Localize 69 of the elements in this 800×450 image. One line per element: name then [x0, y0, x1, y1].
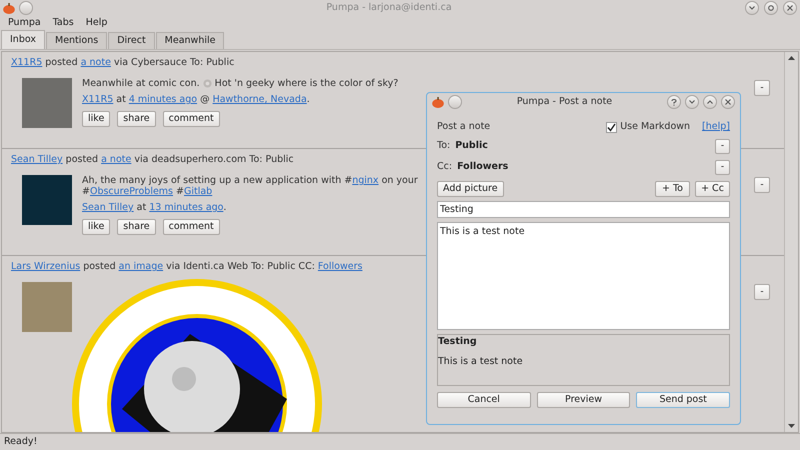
- pumpkin-icon[interactable]: [3, 2, 15, 14]
- scrollbar[interactable]: [784, 52, 798, 432]
- action-button[interactable]: comment: [162, 111, 220, 127]
- action-button[interactable]: comment: [162, 219, 220, 235]
- preview-title: Testing: [438, 335, 478, 349]
- title-field[interactable]: Testing: [437, 201, 730, 218]
- collapse-button[interactable]: -: [754, 80, 770, 96]
- tab[interactable]: Direct: [108, 32, 155, 49]
- recipient-value: Public: [455, 139, 489, 154]
- post-meta: X11R5 at 4 minutes ago @ Hawthorne, Nevada.: [82, 93, 311, 107]
- menu-item[interactable]: Pumpa: [8, 16, 41, 31]
- avatar-placeholder: [22, 78, 72, 128]
- avatar-placeholder: [22, 282, 72, 332]
- menu-item[interactable]: Tabs: [52, 16, 74, 31]
- dialog-button[interactable]: Cancel: [437, 392, 531, 408]
- tab[interactable]: Meanwhile: [156, 32, 224, 49]
- note-body-field[interactable]: This is a test note: [437, 222, 730, 330]
- chevron-down-icon: [749, 6, 755, 10]
- minimize-button[interactable]: [685, 95, 699, 109]
- remove-recipient-button[interactable]: -: [715, 139, 730, 154]
- action-button[interactable]: like: [82, 219, 110, 235]
- add-cc-button[interactable]: + Cc: [695, 181, 730, 197]
- post-text: Meanwhile at comic con. Hot 'n geeky where is the color of sky?: [82, 78, 398, 89]
- maximize-button[interactable]: [764, 1, 778, 15]
- dialog-button[interactable]: Send post: [636, 392, 730, 408]
- menu-item[interactable]: Help: [86, 16, 108, 31]
- post-header: Sean Tilley posted a note via deadsuperhero.com To: Public: [11, 154, 294, 166]
- minimize-button[interactable]: [745, 1, 759, 15]
- emoji-icon: [202, 78, 212, 88]
- checkbox-label: Use Markdown: [620, 120, 690, 134]
- remove-recipient-button[interactable]: -: [715, 160, 730, 175]
- status-bar: Ready!: [0, 433, 800, 450]
- post-text: Ah, the many joys of setting up a new application with #nginx on your: [82, 175, 418, 186]
- dialog-title: Pumpa - Post a note: [516, 94, 614, 109]
- recipient-label: Cc:: [437, 160, 452, 174]
- preview-text: This is a test note: [438, 355, 524, 369]
- avatar-placeholder: [22, 175, 72, 225]
- tab[interactable]: Mentions: [46, 32, 108, 49]
- chevron-down-icon: [689, 100, 695, 104]
- window-title: Pumpa - larjona@identi.ca: [325, 0, 453, 15]
- action-button[interactable]: share: [117, 219, 156, 235]
- dialog-heading: Post a note: [437, 120, 492, 134]
- close-button[interactable]: [783, 1, 797, 15]
- question-icon: [671, 98, 677, 106]
- maximize-button[interactable]: [703, 95, 717, 109]
- ring-icon: [768, 5, 774, 11]
- action-button[interactable]: share: [117, 111, 156, 127]
- tab[interactable]: Inbox: [1, 30, 45, 49]
- hashtag-link[interactable]: nginx: [352, 175, 379, 186]
- post-text: #ObscureProblems #Gitlab: [82, 186, 214, 197]
- add-picture-button[interactable]: Add picture: [437, 181, 504, 197]
- markdown-checkbox[interactable]: [606, 122, 618, 132]
- collapse-button[interactable]: -: [754, 284, 770, 300]
- close-icon: [725, 99, 731, 105]
- post-meta: Sean Tilley at 13 minutes ago.: [82, 201, 228, 215]
- close-icon: [787, 5, 793, 11]
- pumpkin-icon[interactable]: [432, 96, 444, 108]
- close-button[interactable]: [721, 95, 735, 109]
- recipient-value: Followers: [457, 160, 510, 174]
- help-button[interactable]: [667, 95, 681, 109]
- recipient-label: To:: [437, 139, 450, 154]
- collapse-button[interactable]: -: [754, 177, 770, 193]
- post-header: X11R5 posted a note via Cybersauce To: Public: [11, 57, 234, 69]
- dialog-button[interactable]: Preview: [536, 392, 630, 408]
- chevron-up-icon: [707, 100, 713, 104]
- action-button[interactable]: like: [82, 111, 110, 127]
- post-header: Lars Wirzenius posted an image via Identi.ca Web To: Public CC: Followers: [11, 261, 362, 273]
- check-icon: [607, 122, 616, 132]
- add-to-button[interactable]: + To: [655, 181, 690, 197]
